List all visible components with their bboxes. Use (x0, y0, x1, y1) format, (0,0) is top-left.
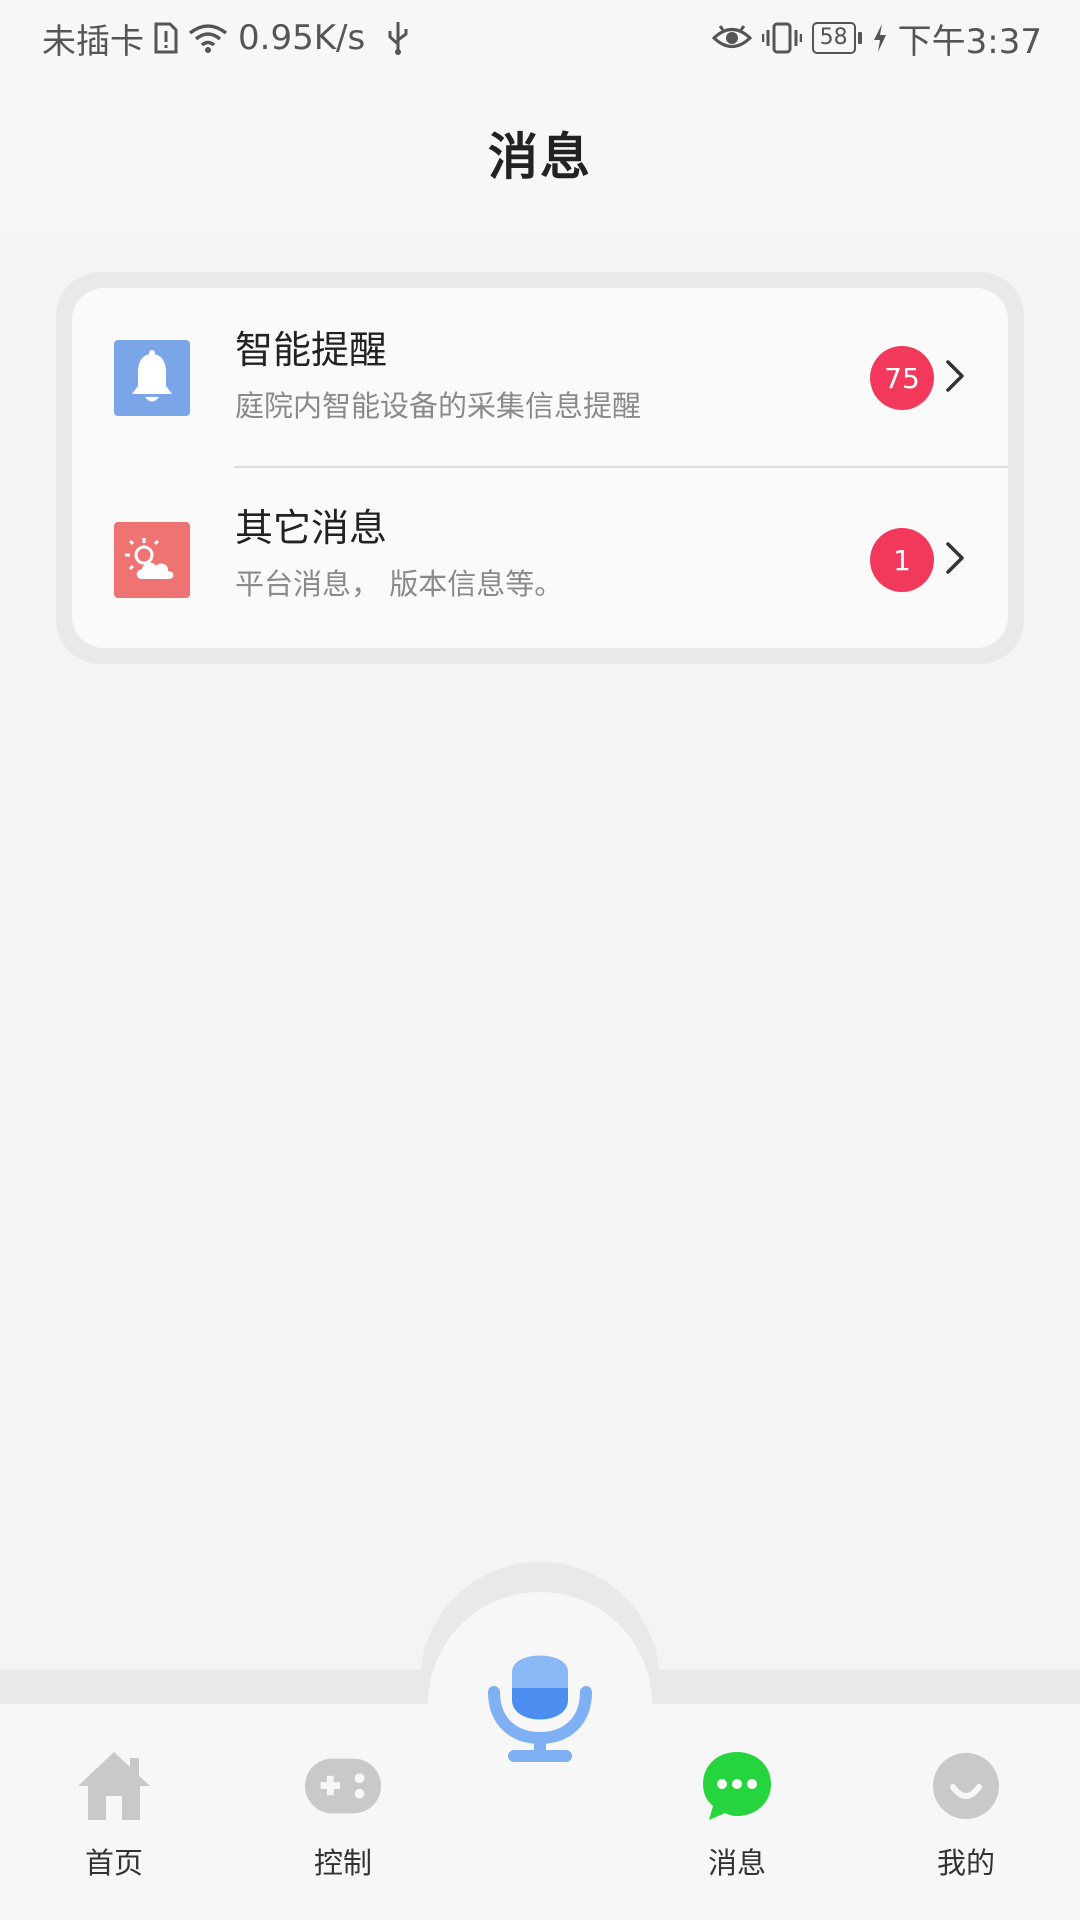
charging-icon (872, 23, 888, 53)
tab-label: 控制 (313, 1846, 372, 1880)
tab-label: 消息 (707, 1846, 766, 1880)
gamepad-icon (303, 1746, 383, 1826)
status-right: 58 下午3:37 (711, 14, 1042, 63)
battery-indicator: 58 (811, 22, 862, 54)
network-speed-text: 0.95K/s (238, 18, 366, 58)
list-item-smart-reminder[interactable]: 智能提醒 庭院内智能设备的采集信息提醒 75 (72, 288, 1008, 468)
bell-icon (114, 340, 190, 416)
list-item-other-messages[interactable]: 其它消息 平台消息， 版本信息等。 1 (72, 468, 1008, 648)
unread-count-badge: 75 (870, 346, 934, 410)
unread-count-badge: 1 (870, 528, 934, 592)
tab-label: 首页 (84, 1846, 143, 1880)
chevron-right-icon (946, 542, 964, 574)
chevron-right-icon (946, 360, 964, 392)
usb-icon (387, 20, 409, 56)
page-title: 消息 (488, 128, 592, 186)
home-icon (74, 1746, 154, 1826)
clock-text: 下午3:37 (897, 21, 1042, 62)
list-item-title: 其它消息 (235, 506, 388, 550)
wifi-icon (188, 22, 228, 54)
carrier-text: 未插卡 (42, 21, 144, 62)
tab-label: 我的 (936, 1846, 995, 1880)
list-item-description: 平台消息， 版本信息等。 (235, 567, 564, 601)
cloud-sun-icon (114, 522, 190, 598)
list-item-description: 庭院内智能设备的采集信息提醒 (235, 389, 642, 423)
list-item-title: 智能提醒 (235, 328, 388, 372)
status-left: 未插卡 0.95K/s (42, 14, 409, 63)
smiley-icon (926, 1746, 1006, 1826)
page-header: 消息 (0, 76, 1080, 230)
tab-mine[interactable]: 我的 (886, 1746, 1046, 1896)
tab-control[interactable]: 控制 (263, 1746, 423, 1896)
message-card: 智能提醒 庭院内智能设备的采集信息提醒 75 其它消息 平台消息， 版本信息等。… (72, 288, 1008, 648)
battery-tip (857, 32, 862, 44)
status-bar: 未插卡 0.95K/s 58 下午3:37 (0, 0, 1080, 76)
eye-icon (711, 23, 752, 53)
battery-level-text: 58 (811, 22, 856, 54)
chat-bubble-icon (697, 1746, 777, 1826)
tab-messages[interactable]: 消息 (657, 1746, 817, 1896)
voice-mic-button[interactable] (488, 1642, 592, 1764)
tab-home[interactable]: 首页 (34, 1746, 194, 1896)
sim-alert-icon (154, 22, 178, 54)
vibrate-icon (761, 21, 802, 55)
